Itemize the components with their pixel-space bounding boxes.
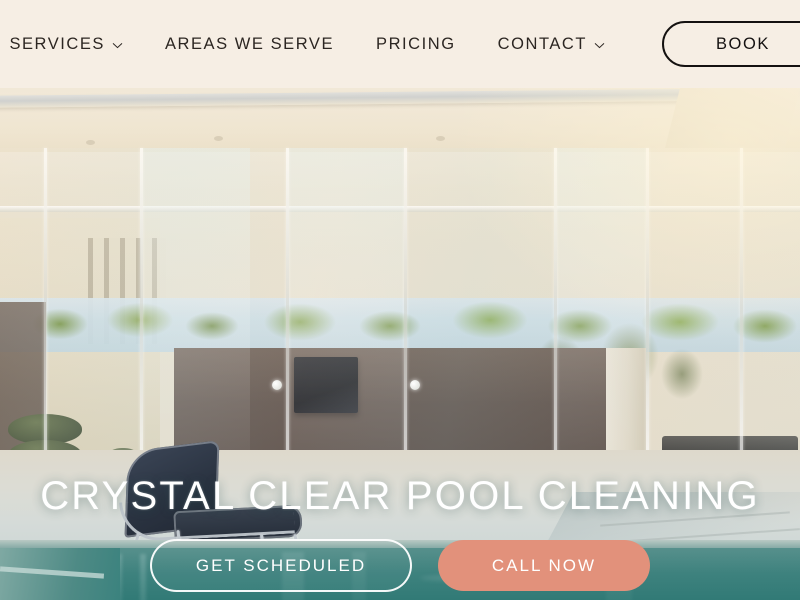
glass-reflection <box>140 148 250 468</box>
ceiling-light <box>86 140 95 145</box>
hero-section: CRYSTAL CLEAR POOL CLEANING GET SCHEDULE… <box>0 88 800 600</box>
glass-mullion <box>740 148 743 468</box>
hero-cta-row: GET SCHEDULED CALL NOW <box>0 539 800 592</box>
glass-mullion <box>286 148 289 468</box>
get-scheduled-button[interactable]: GET SCHEDULED <box>150 539 412 592</box>
glass-mullion <box>554 148 557 468</box>
glass-mullion <box>140 148 143 468</box>
book-button[interactable]: BOOK <box>662 20 800 68</box>
main-navigation: ABOUT SERVICES AREAS WE SERVE PRICING CO… <box>0 0 800 88</box>
nav-item-label: SERVICES <box>9 34 105 53</box>
nav-item-label: PRICING <box>376 34 456 53</box>
nav-item-services[interactable]: SERVICES <box>0 30 144 59</box>
ceiling-light <box>436 136 445 141</box>
glass-reflection <box>286 148 404 468</box>
glass-top-rail <box>0 206 800 212</box>
nav-item-pricing[interactable]: PRICING <box>355 30 477 59</box>
nav-item-label: AREAS WE SERVE <box>164 34 335 53</box>
nav-item-label: CONTACT <box>497 34 587 53</box>
door-handle <box>410 380 420 390</box>
glass-mullion <box>404 148 407 468</box>
page-root: ABOUT SERVICES AREAS WE SERVE PRICING CO… <box>0 0 800 600</box>
glass-reflection <box>554 148 646 468</box>
glass-mullion <box>44 148 47 468</box>
nav-items-list: ABOUT SERVICES AREAS WE SERVE PRICING CO… <box>0 20 800 68</box>
hero-title: CRYSTAL CLEAR POOL CLEANING <box>40 474 760 518</box>
glass-mullion <box>646 148 649 468</box>
hero-content: CRYSTAL CLEAR POOL CLEANING GET SCHEDULE… <box>0 475 800 600</box>
chevron-down-icon <box>594 40 605 51</box>
nav-item-areas-we-serve[interactable]: AREAS WE SERVE <box>144 30 355 59</box>
nav-item-contact[interactable]: CONTACT <box>477 30 626 59</box>
glass-sliding-doors <box>0 148 800 468</box>
chevron-down-icon <box>112 40 123 51</box>
soffit-right-angle <box>665 88 800 148</box>
door-handle <box>272 380 282 390</box>
ceiling-light <box>214 136 223 141</box>
call-now-button[interactable]: CALL NOW <box>438 540 650 591</box>
